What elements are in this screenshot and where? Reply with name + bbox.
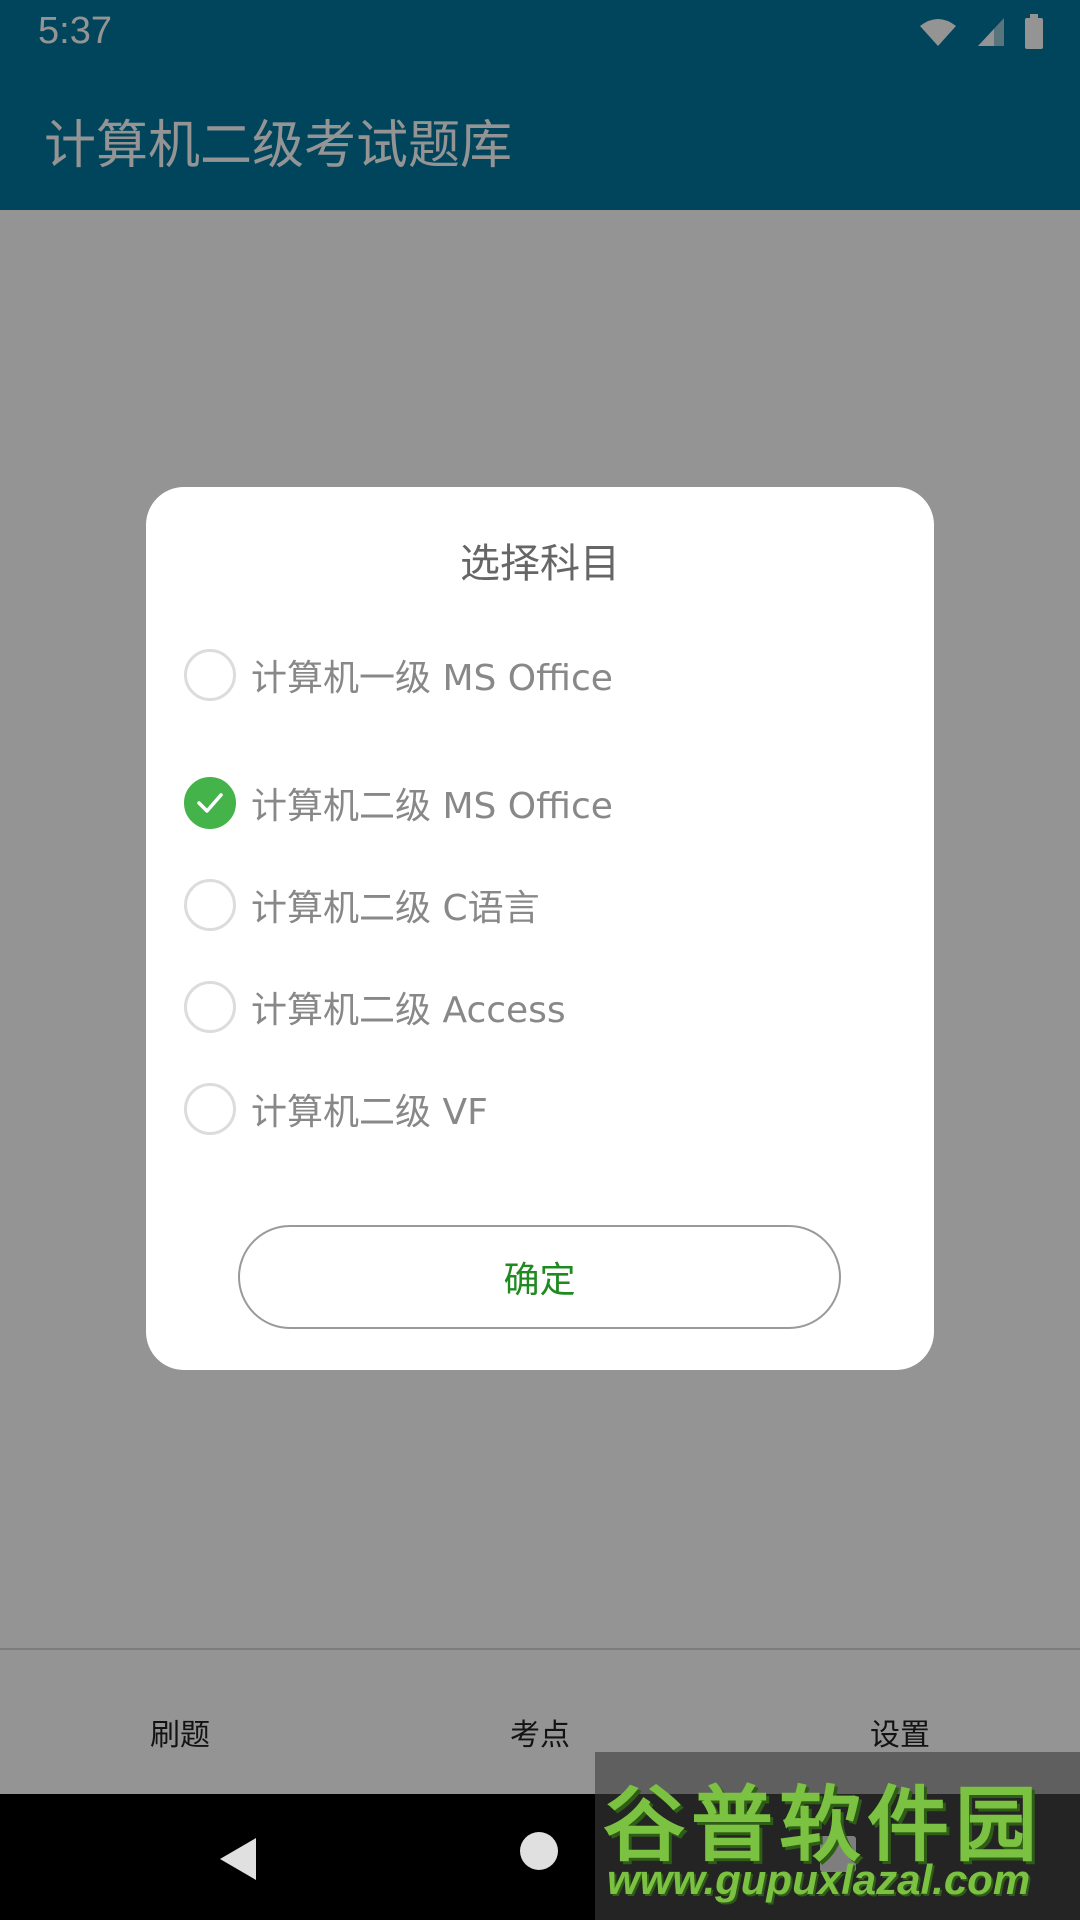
- radio-unchecked-icon[interactable]: [184, 1083, 236, 1135]
- option-label: 计算机二级 VF: [251, 1092, 488, 1133]
- option-label: 计算机二级 C语言: [251, 888, 540, 929]
- option-label: 计算机二级 MS Office: [251, 786, 613, 827]
- watermark-url: www.gupuxlazal.com: [607, 1856, 1031, 1903]
- radio-unchecked-icon[interactable]: [184, 981, 236, 1033]
- option-level2-vf[interactable]: 计算机二级 VF: [184, 1079, 488, 1139]
- option-label: 计算机二级 Access: [251, 990, 566, 1031]
- back-icon[interactable]: [218, 1836, 258, 1886]
- subject-dialog: 选择科目 计算机一级 MS Office 计算机二级 MS Office 计算机…: [146, 487, 934, 1370]
- option-label: 计算机一级 MS Office: [251, 658, 613, 699]
- dialog-title: 选择科目: [460, 541, 620, 587]
- radio-unchecked-icon[interactable]: [184, 879, 236, 931]
- watermark: 谷普软件园 www.gupuxlazal.com: [595, 1752, 1080, 1920]
- radio-unchecked-icon[interactable]: [184, 649, 236, 701]
- option-level2-access[interactable]: 计算机二级 Access: [184, 977, 566, 1037]
- home-icon[interactable]: [520, 1832, 558, 1870]
- confirm-button[interactable]: 确定: [238, 1225, 841, 1329]
- option-level2-ms-office[interactable]: 计算机二级 MS Office: [184, 773, 613, 833]
- option-level1-ms-office[interactable]: 计算机一级 MS Office: [184, 645, 613, 705]
- radio-checked-icon[interactable]: [184, 777, 236, 829]
- option-level2-c[interactable]: 计算机二级 C语言: [184, 875, 540, 935]
